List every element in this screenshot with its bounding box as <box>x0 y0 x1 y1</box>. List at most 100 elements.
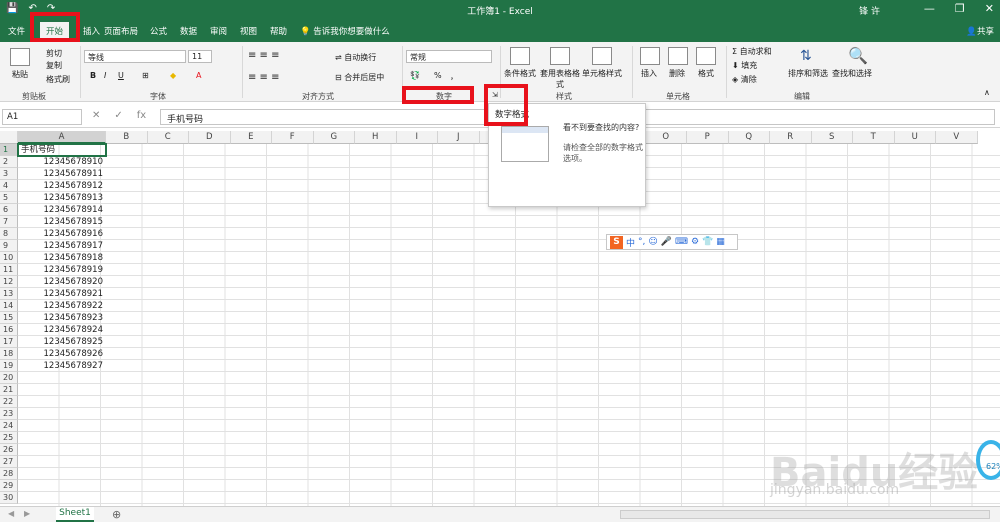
add-sheet-icon[interactable]: ⊕ <box>112 508 121 521</box>
column-header-u[interactable]: U <box>894 131 936 144</box>
format-cells-icon[interactable] <box>696 47 716 65</box>
tab-review[interactable]: 审阅 <box>210 25 227 37</box>
column-header-b[interactable]: B <box>106 131 148 144</box>
row-header-12[interactable]: 12 <box>0 276 18 288</box>
delete-cells-button[interactable]: 删除 <box>669 68 685 79</box>
ime-mode[interactable]: 中 <box>626 236 635 249</box>
speed-gauge[interactable]: 62% <box>976 440 1000 480</box>
row-header-24[interactable]: 24 <box>0 420 18 432</box>
row-header-26[interactable]: 26 <box>0 444 18 456</box>
cell-styles-button[interactable]: 单元格样式 <box>582 68 622 79</box>
tab-file[interactable]: 文件 <box>8 25 25 37</box>
user-name[interactable]: 锋 许 <box>859 4 880 17</box>
conditional-format-button[interactable]: 条件格式 <box>504 68 536 79</box>
prev-sheet-icon[interactable]: ◀ <box>8 509 14 518</box>
row-header-27[interactable]: 27 <box>0 456 18 468</box>
column-header-q[interactable]: Q <box>728 131 770 144</box>
cell-a13[interactable]: 12345678921 <box>18 288 106 300</box>
row-header-5[interactable]: 5 <box>0 192 18 204</box>
row-header-19[interactable]: 19 <box>0 360 18 372</box>
column-header-d[interactable]: D <box>189 131 231 144</box>
cell-styles-icon[interactable] <box>592 47 612 65</box>
merge-center-button[interactable]: ⊟ 合并后居中 <box>335 72 384 83</box>
column-header-g[interactable]: G <box>313 131 355 144</box>
enter-icon[interactable]: ✓ <box>114 110 122 121</box>
cell-a5[interactable]: 12345678913 <box>18 192 106 204</box>
cell-a10[interactable]: 12345678918 <box>18 252 106 264</box>
select-all-corner[interactable] <box>0 131 18 144</box>
row-header-16[interactable]: 16 <box>0 324 18 336</box>
cell-a11[interactable]: 12345678919 <box>18 264 106 276</box>
grid-icon[interactable]: ▦ <box>716 237 725 247</box>
sheet-tab-sheet1[interactable]: Sheet1 <box>56 507 94 522</box>
cell-a17[interactable]: 12345678925 <box>18 336 106 348</box>
format-painter-button[interactable]: 格式刷 <box>46 74 70 85</box>
ime-toolbar[interactable]: S 中 °, ☺ 🎤 ⌨ ⚙ 👕 ▦ <box>606 234 738 250</box>
bold-button[interactable]: B <box>90 71 96 80</box>
autosum-button[interactable]: Σ 自动求和 <box>732 46 772 57</box>
paste-icon[interactable] <box>10 48 30 66</box>
row-header-21[interactable]: 21 <box>0 384 18 396</box>
find-select-icon[interactable]: 🔍 <box>848 46 868 65</box>
cut-button[interactable]: 剪切 <box>46 48 62 59</box>
cell-a19[interactable]: 12345678927 <box>18 360 106 372</box>
horizontal-scrollbar[interactable] <box>620 510 990 519</box>
cell-a8[interactable]: 12345678916 <box>18 228 106 240</box>
insert-cells-button[interactable]: 插入 <box>641 68 657 79</box>
row-header-17[interactable]: 17 <box>0 336 18 348</box>
conditional-format-icon[interactable] <box>510 47 530 65</box>
italic-button[interactable]: I <box>104 71 106 80</box>
font-name-select[interactable]: 等线 <box>84 50 186 63</box>
row-header-6[interactable]: 6 <box>0 204 18 216</box>
minimize-icon[interactable]: — <box>924 2 935 15</box>
underline-button[interactable]: U <box>118 71 124 80</box>
row-header-30[interactable]: 30 <box>0 492 18 504</box>
skin-icon[interactable]: 👕 <box>702 237 713 247</box>
row-header-28[interactable]: 28 <box>0 468 18 480</box>
row-header-29[interactable]: 29 <box>0 480 18 492</box>
toolbox-icon[interactable]: ⚙ <box>691 237 699 247</box>
column-header-o[interactable]: O <box>645 131 687 144</box>
tab-formulas[interactable]: 公式 <box>150 25 167 37</box>
tab-data[interactable]: 数据 <box>180 25 197 37</box>
row-header-10[interactable]: 10 <box>0 252 18 264</box>
close-icon[interactable]: ✕ <box>985 2 994 15</box>
restore-icon[interactable]: ❐ <box>955 2 965 15</box>
sort-filter-button[interactable]: 排序和筛选 <box>788 68 828 79</box>
cell-a14[interactable]: 12345678922 <box>18 300 106 312</box>
name-box[interactable]: A1 <box>2 109 82 125</box>
left-align-icon[interactable]: ≡ ≡ ≡ <box>248 72 280 83</box>
row-header-22[interactable]: 22 <box>0 396 18 408</box>
cell-a4[interactable]: 12345678912 <box>18 180 106 192</box>
tab-view[interactable]: 视图 <box>240 25 257 37</box>
column-header-r[interactable]: R <box>770 131 812 144</box>
column-header-h[interactable]: H <box>355 131 397 144</box>
row-header-8[interactable]: 8 <box>0 228 18 240</box>
row-header-7[interactable]: 7 <box>0 216 18 228</box>
cell-a2[interactable]: 12345678910 <box>18 156 106 168</box>
row-header-9[interactable]: 9 <box>0 240 18 252</box>
format-cells-button[interactable]: 格式 <box>698 68 714 79</box>
currency-icon[interactable]: 💱 <box>410 71 420 80</box>
emoji-icon[interactable]: ☺ <box>648 237 657 247</box>
copy-button[interactable]: 复制 <box>46 60 62 71</box>
fx-icon[interactable]: fx <box>137 110 146 121</box>
column-header-s[interactable]: S <box>811 131 853 144</box>
column-header-f[interactable]: F <box>272 131 314 144</box>
top-align-icon[interactable]: ≡ ≡ ≡ <box>248 50 280 61</box>
row-header-25[interactable]: 25 <box>0 432 18 444</box>
format-as-table-button[interactable]: 套用表格格式 <box>540 68 580 90</box>
tell-me-search[interactable]: 💡 告诉我你想要做什么 <box>300 25 390 37</box>
find-select-button[interactable]: 查找和选择 <box>832 68 872 79</box>
cell-a18[interactable]: 12345678926 <box>18 348 106 360</box>
tab-insert[interactable]: 插入 <box>83 25 100 37</box>
column-header-p[interactable]: P <box>687 131 729 144</box>
border-icon[interactable]: ⊞ <box>142 71 149 80</box>
font-color-icon[interactable]: A <box>196 71 201 80</box>
row-header-14[interactable]: 14 <box>0 300 18 312</box>
clear-button[interactable]: ◈ 清除 <box>732 74 757 85</box>
cell-a9[interactable]: 12345678917 <box>18 240 106 252</box>
insert-cells-icon[interactable] <box>640 47 660 65</box>
percent-button[interactable]: % <box>434 71 442 80</box>
paste-button[interactable]: 粘贴 <box>12 69 28 80</box>
